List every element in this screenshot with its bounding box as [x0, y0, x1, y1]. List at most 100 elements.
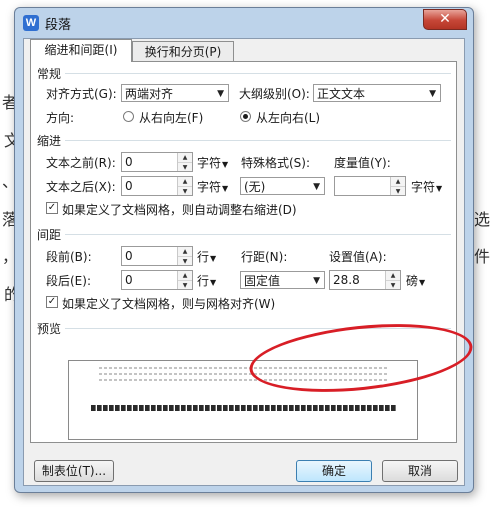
alignment-label: 对齐方式(G):: [46, 87, 117, 101]
chevron-down-icon: ▼: [313, 182, 320, 192]
alignment-value: 两端对齐: [125, 87, 174, 101]
direction-label: 方向:: [46, 111, 75, 125]
chevron-down-icon: ▼: [210, 278, 217, 287]
grid-align-checkbox[interactable]: ✓: [46, 296, 58, 308]
set-value-input[interactable]: 28.8 ▲ ▼: [329, 270, 401, 290]
chevron-down-icon: ▼: [222, 160, 229, 169]
background-text: 选: [474, 210, 490, 229]
tab-indent-spacing[interactable]: 缩进和间距(I): [30, 39, 132, 62]
section-spacing-title: 间距: [37, 228, 62, 242]
line-spacing-label: 行距(N):: [241, 250, 288, 264]
grid-align-label: 如果定义了文档网格，则与网格对齐(W): [62, 297, 276, 311]
indent-before-unit-label: 字符: [197, 156, 222, 170]
space-after-value: 0: [125, 273, 133, 287]
rtl-label: 从右向左(F): [139, 111, 204, 125]
set-value-unit-label: 磅: [406, 274, 419, 288]
close-button[interactable]: ✕: [423, 9, 467, 30]
space-before-label: 段前(B):: [46, 250, 92, 264]
indent-before-label: 文本之前(R):: [46, 156, 116, 170]
section-divider: [65, 140, 451, 141]
measure-unit-label: 字符: [411, 180, 436, 194]
alignment-select[interactable]: 两端对齐 ▼: [121, 84, 229, 102]
tab-stops-button[interactable]: 制表位(T)...: [34, 460, 114, 482]
measure-spinner[interactable]: ▲ ▼: [390, 177, 405, 195]
chevron-down-icon: ▼: [419, 278, 426, 287]
chevron-down-icon: ▼: [210, 254, 217, 263]
spin-up-icon[interactable]: ▲: [178, 247, 192, 257]
set-value-unit[interactable]: 磅▼: [406, 272, 425, 289]
spin-up-icon[interactable]: ▲: [178, 271, 192, 281]
outline-level-select[interactable]: 正文文本 ▼: [313, 84, 441, 102]
chevron-down-icon: ▼: [313, 276, 320, 286]
paragraph-dialog: W 段落 ✕ 缩进和间距(I) 换行和分页(P) 常规 对齐方式(G): 两端对…: [14, 7, 476, 493]
chevron-down-icon: ▼: [436, 184, 443, 193]
tab-line-page-breaks[interactable]: 换行和分页(P): [132, 41, 234, 62]
measure-unit[interactable]: 字符▼: [411, 178, 442, 195]
spin-down-icon[interactable]: ▼: [178, 187, 192, 196]
section-preview-title: 预览: [37, 322, 62, 336]
indent-after-unit-label: 字符: [197, 180, 222, 194]
indent-after-unit[interactable]: 字符▼: [197, 178, 228, 195]
outline-level-value: 正文文本: [317, 87, 366, 101]
set-value-value: 28.8: [333, 273, 360, 287]
tab-panel-indent-spacing: 常规 对齐方式(G): 两端对齐 ▼ 大纲级别(O): 正文文本 ▼ 方向: 从右向…: [30, 61, 476, 443]
spin-up-icon[interactable]: ▲: [178, 177, 192, 187]
indent-after-value: 0: [125, 179, 133, 193]
indent-before-value: 0: [125, 155, 133, 169]
dialog-title: 段落: [45, 18, 72, 33]
chevron-down-icon: ▼: [222, 184, 229, 193]
spin-up-icon[interactable]: ▲: [178, 153, 192, 163]
section-divider: [65, 73, 451, 74]
measure-label: 度量值(Y):: [334, 156, 391, 170]
cancel-button[interactable]: 取消: [382, 460, 458, 482]
outline-level-label: 大纲级别(O):: [239, 87, 310, 101]
auto-adjust-indent-checkbox[interactable]: ✓: [46, 202, 58, 214]
indent-after-spinner[interactable]: ▲ ▼: [177, 177, 192, 195]
rtl-radio[interactable]: [123, 111, 134, 122]
measure-input[interactable]: ▲ ▼: [334, 176, 406, 196]
chevron-down-icon: ▼: [217, 89, 224, 99]
space-after-unit-label: 行: [197, 274, 210, 288]
special-format-value: (无): [244, 180, 266, 194]
indent-after-label: 文本之后(X):: [46, 180, 116, 194]
auto-adjust-indent-label: 如果定义了文档网格，则自动调整右缩进(D): [62, 203, 297, 217]
line-spacing-select[interactable]: 固定值 ▼: [240, 271, 325, 289]
indent-before-spinner[interactable]: ▲ ▼: [177, 153, 192, 171]
set-value-label: 设置值(A):: [329, 250, 387, 264]
space-after-input[interactable]: 0 ▲ ▼: [121, 270, 193, 290]
indent-before-unit[interactable]: 字符▼: [197, 154, 228, 171]
dialog-client: 缩进和间距(I) 换行和分页(P) 常规 对齐方式(G): 两端对齐 ▼ 大纲级别…: [23, 38, 476, 486]
set-value-spinner[interactable]: ▲ ▼: [385, 271, 400, 289]
spin-down-icon[interactable]: ▼: [178, 281, 192, 290]
ltr-label: 从左向右(L): [256, 111, 321, 125]
space-after-spinner[interactable]: ▲ ▼: [177, 271, 192, 289]
space-after-unit[interactable]: 行▼: [197, 272, 216, 289]
special-format-select[interactable]: (无) ▼: [240, 177, 325, 195]
indent-after-input[interactable]: 0 ▲ ▼: [121, 176, 193, 196]
spin-up-icon[interactable]: ▲: [391, 177, 405, 187]
preview-paragraph-text: [91, 405, 397, 411]
space-before-input[interactable]: 0 ▲ ▼: [121, 246, 193, 266]
title-bar[interactable]: W 段落 ✕: [15, 8, 473, 38]
section-indent-title: 缩进: [37, 134, 62, 148]
space-before-unit-label: 行: [197, 250, 210, 264]
spin-down-icon[interactable]: ▼: [178, 257, 192, 266]
spin-down-icon[interactable]: ▼: [391, 187, 405, 196]
indent-before-input[interactable]: 0 ▲ ▼: [121, 152, 193, 172]
special-format-label: 特殊格式(S):: [241, 156, 311, 170]
space-before-value: 0: [125, 249, 133, 263]
section-general-title: 常规: [37, 67, 62, 81]
spin-down-icon[interactable]: ▼: [386, 281, 400, 290]
wps-app-icon: W: [23, 15, 39, 31]
spin-up-icon[interactable]: ▲: [386, 271, 400, 281]
section-divider: [65, 234, 451, 235]
spin-down-icon[interactable]: ▼: [178, 163, 192, 172]
line-spacing-value: 固定值: [244, 274, 281, 288]
space-after-label: 段后(E):: [46, 274, 91, 288]
ok-button[interactable]: 确定: [296, 460, 372, 482]
ltr-radio[interactable]: [240, 111, 251, 122]
chevron-down-icon: ▼: [429, 89, 436, 99]
space-before-spinner[interactable]: ▲ ▼: [177, 247, 192, 265]
space-before-unit[interactable]: 行▼: [197, 248, 216, 265]
background-text: 件: [474, 247, 490, 266]
